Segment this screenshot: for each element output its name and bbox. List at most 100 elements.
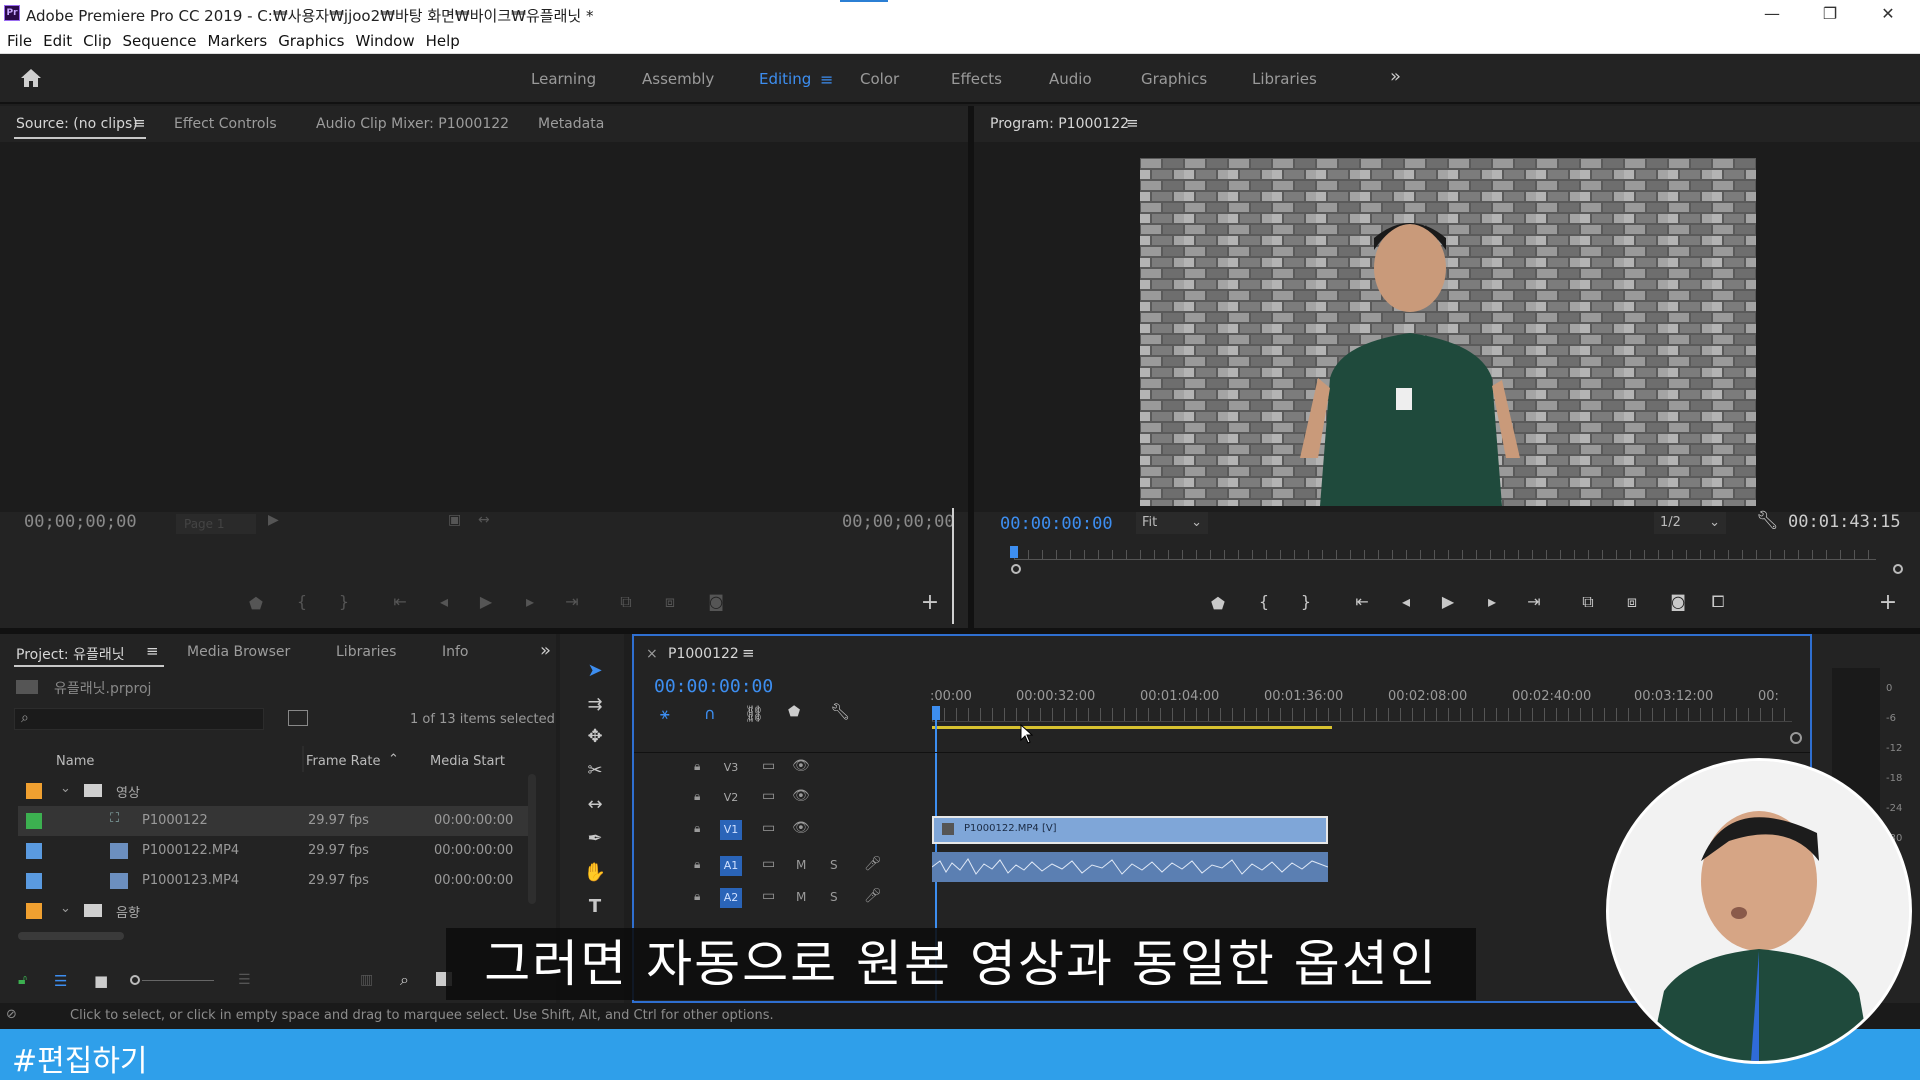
- workspace-libraries[interactable]: Libraries: [1252, 70, 1317, 88]
- page-dropdown[interactable]: Page 1: [176, 514, 256, 534]
- selection-tool-icon[interactable]: ➤: [578, 656, 612, 686]
- sort-ascending-icon[interactable]: ⌃: [388, 752, 399, 767]
- lock-icon[interactable]: 🔒︎: [694, 759, 700, 774]
- menu-window[interactable]: Window: [355, 28, 414, 54]
- comparison-view-icon[interactable]: ⧠: [1704, 592, 1732, 612]
- workspace-editing[interactable]: Editing: [759, 70, 811, 88]
- microphone-icon[interactable]: 🎤︎: [864, 888, 882, 904]
- eye-icon[interactable]: 👁︎: [792, 788, 810, 804]
- add-button-icon[interactable]: +: [916, 590, 944, 615]
- scroll-handle-left[interactable]: [1011, 564, 1021, 574]
- timeline-timecode[interactable]: 00:00:00:00: [654, 676, 773, 697]
- new-search-bin-icon[interactable]: [288, 710, 308, 726]
- column-separator[interactable]: [302, 746, 304, 772]
- step-forward-icon[interactable]: ▸: [1478, 592, 1506, 611]
- solo-button[interactable]: S: [830, 890, 838, 904]
- insert-icon[interactable]: ↔: [478, 512, 490, 528]
- list-item[interactable]: ⛶ P1000122 29.97 fps 00:00:00:00: [18, 806, 528, 836]
- sync-lock-icon[interactable]: ▭: [762, 758, 775, 774]
- workspace-assembly[interactable]: Assembly: [642, 70, 714, 88]
- menu-edit[interactable]: Edit: [43, 28, 72, 54]
- chevron-down-icon[interactable]: ⌄: [60, 781, 71, 796]
- eye-icon[interactable]: 👁︎: [792, 758, 810, 774]
- timeline-panel-menu-icon[interactable]: ≡: [742, 644, 755, 662]
- workspace-color[interactable]: Color: [860, 70, 899, 88]
- home-icon[interactable]: [20, 68, 42, 92]
- nest-toggle-icon[interactable]: ⚹: [660, 704, 670, 724]
- work-area-bar[interactable]: [932, 726, 1332, 729]
- track-label-active[interactable]: V1: [720, 820, 742, 840]
- list-item[interactable]: ⌄ 음향: [18, 896, 528, 926]
- razor-tool-icon[interactable]: ✂: [578, 756, 612, 786]
- tab-metadata[interactable]: Metadata: [538, 116, 604, 132]
- maximize-button[interactable]: ❐: [1802, 0, 1858, 28]
- sync-lock-icon[interactable]: ▭: [762, 856, 775, 872]
- vertical-scrollbar[interactable]: [528, 774, 536, 904]
- column-frame-rate[interactable]: Frame Rate: [306, 754, 380, 769]
- workspace-menu-icon[interactable]: ≡: [820, 70, 833, 89]
- workspace-graphics[interactable]: Graphics: [1141, 70, 1207, 88]
- mark-in-icon[interactable]: {: [288, 592, 316, 611]
- icon-view-icon[interactable]: ■: [94, 972, 108, 990]
- mark-out-icon[interactable]: }: [330, 592, 358, 611]
- list-view-icon[interactable]: ☰: [54, 972, 67, 990]
- step-back-icon[interactable]: ◂: [1392, 592, 1420, 611]
- sync-lock-icon[interactable]: ▭: [762, 788, 775, 804]
- label-color-swatch[interactable]: [26, 783, 42, 799]
- mark-out-icon[interactable]: }: [1292, 592, 1320, 611]
- more-workspaces-icon[interactable]: »: [1390, 66, 1401, 87]
- go-to-in-icon[interactable]: ⇤: [1348, 592, 1376, 611]
- timeline-settings-icon[interactable]: 🔧︎: [830, 702, 850, 721]
- ripple-edit-tool-icon[interactable]: ✥: [578, 722, 612, 752]
- tab-info[interactable]: Info: [442, 644, 469, 660]
- chevron-down-icon[interactable]: ⌄: [60, 901, 71, 916]
- timeline-playhead-handle[interactable]: [932, 706, 940, 720]
- pen-tool-icon[interactable]: ✒: [578, 824, 612, 854]
- lock-icon[interactable]: 🔓︎: [18, 972, 27, 988]
- go-to-in-icon[interactable]: ⇤: [386, 592, 414, 611]
- video-clip[interactable]: P1000122.MP4 [V]: [932, 816, 1328, 844]
- export-frame-icon[interactable]: ◙: [702, 592, 730, 611]
- type-tool-icon[interactable]: T: [578, 892, 612, 922]
- slip-tool-icon[interactable]: ↔: [578, 790, 612, 820]
- tab-audio-clip-mixer[interactable]: Audio Clip Mixer: P1000122: [316, 116, 509, 132]
- lock-icon[interactable]: 🔒︎: [694, 857, 700, 872]
- workspace-learning[interactable]: Learning: [531, 70, 596, 88]
- overwrite-clip-icon[interactable]: ⧈: [656, 592, 684, 612]
- label-color-swatch[interactable]: [26, 843, 42, 859]
- lock-icon[interactable]: 🔒︎: [694, 789, 700, 804]
- linked-selection-icon[interactable]: ⛓: [744, 704, 764, 723]
- more-tabs-icon[interactable]: »: [540, 640, 551, 661]
- resolution-dropdown[interactable]: 1/2 ⌄: [1654, 512, 1726, 534]
- zoom-slider-handle[interactable]: [130, 975, 140, 985]
- add-marker-icon[interactable]: ⬟: [788, 704, 800, 720]
- label-color-swatch[interactable]: [26, 903, 42, 919]
- track-select-tool-icon[interactable]: ⇉: [578, 690, 612, 720]
- add-marker-icon[interactable]: ⬟: [242, 594, 270, 613]
- tab-media-browser[interactable]: Media Browser: [187, 644, 290, 660]
- go-to-out-icon[interactable]: ⇥: [558, 592, 586, 611]
- close-tab-icon[interactable]: ×: [646, 646, 658, 662]
- step-forward-icon[interactable]: ▸: [516, 592, 544, 611]
- sync-lock-icon[interactable]: ▭: [762, 888, 775, 904]
- search-input[interactable]: ⌕: [14, 708, 264, 730]
- play-arrow-icon[interactable]: ▶: [268, 512, 279, 528]
- minimize-button[interactable]: —: [1744, 0, 1800, 28]
- track-label[interactable]: V2: [720, 788, 742, 808]
- tab-source[interactable]: Source: (no clips): [16, 116, 138, 132]
- insert-clip-icon[interactable]: ⧉: [612, 592, 640, 612]
- hand-tool-icon[interactable]: ✋: [578, 858, 612, 888]
- list-item[interactable]: ⌄ 영상: [18, 776, 528, 806]
- track-label[interactable]: V3: [720, 758, 742, 778]
- menu-markers[interactable]: Markers: [208, 28, 268, 54]
- add-button-icon[interactable]: +: [1874, 590, 1902, 615]
- tab-libraries[interactable]: Libraries: [336, 644, 396, 660]
- list-item[interactable]: P1000122.MP4 29.97 fps 00:00:00:00: [18, 836, 528, 866]
- mute-button[interactable]: M: [796, 890, 806, 904]
- lift-icon[interactable]: ⧉: [1574, 592, 1602, 612]
- program-scrubber[interactable]: [1014, 550, 1876, 560]
- tab-sequence[interactable]: P1000122: [668, 646, 739, 662]
- tab-project[interactable]: Project: 유플래닛: [16, 644, 125, 664]
- menu-sequence[interactable]: Sequence: [123, 28, 197, 54]
- tab-effect-controls[interactable]: Effect Controls: [174, 116, 277, 132]
